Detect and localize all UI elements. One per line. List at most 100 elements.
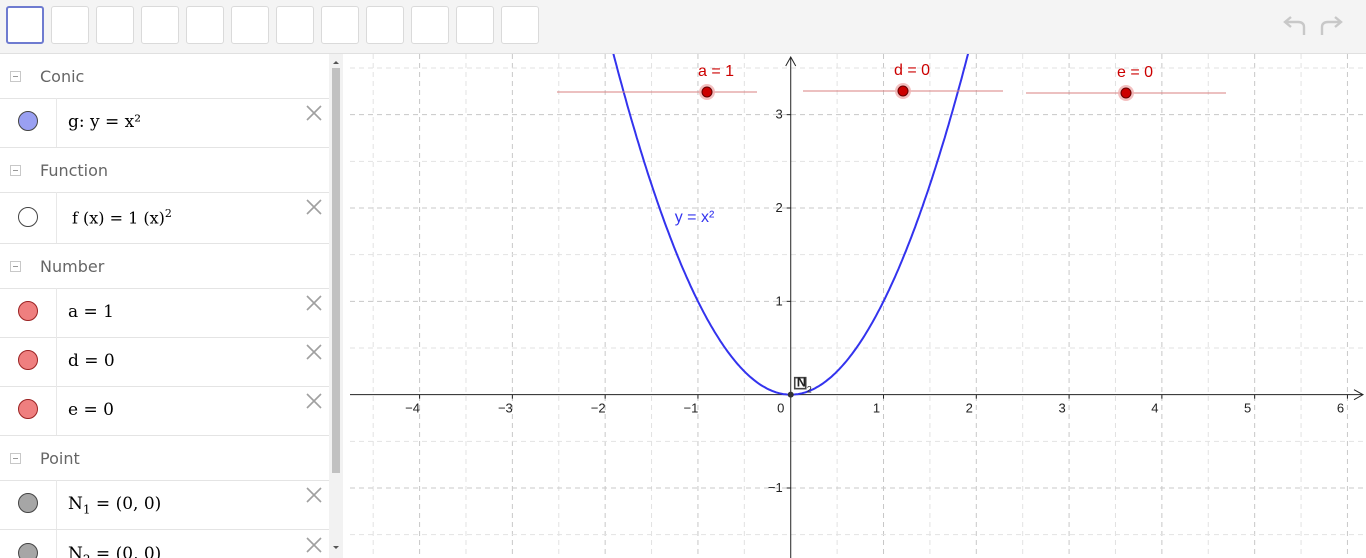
x-tick-label: 3 (1058, 401, 1065, 416)
algebra-item-g[interactable]: g: y = x² (0, 98, 329, 148)
delete-icon[interactable] (305, 392, 323, 410)
delete-icon[interactable] (305, 104, 323, 122)
collapse-toggle-icon[interactable] (10, 261, 21, 272)
toolbar (0, 0, 1366, 54)
algebra-scrollbar[interactable] (329, 54, 343, 558)
divider (56, 337, 57, 386)
x-tick-label: −1 (684, 401, 699, 416)
y-tick-label: −1 (768, 480, 783, 495)
category-label: Conic (40, 67, 85, 86)
collapse-toggle-icon[interactable] (10, 453, 21, 464)
function-coef: 1 (128, 208, 139, 228)
function-definition[interactable]: f (x) = 1 (x)2 (72, 207, 172, 227)
scroll-thumb[interactable] (332, 68, 340, 473)
function-var: x (89, 208, 99, 228)
x-tick-label: 1 (873, 401, 880, 416)
delete-icon[interactable] (305, 198, 323, 216)
x-tick-label: 4 (1151, 401, 1158, 416)
visibility-toggle-icon[interactable] (18, 301, 38, 321)
delete-icon[interactable] (305, 343, 323, 361)
slider-label-e: e = 0 (1117, 64, 1153, 81)
scroll-down-icon[interactable] (329, 542, 343, 554)
algebra-item-e[interactable]: e = 0 (0, 386, 329, 436)
slider-label-a: a = 1 (698, 63, 734, 80)
number-definition[interactable]: e = 0 (68, 400, 114, 420)
point-name: N (68, 544, 83, 558)
algebra-item-d[interactable]: d = 0 (0, 337, 329, 387)
tool-button-6[interactable] (231, 6, 269, 44)
tool-button-9[interactable] (366, 6, 404, 44)
tool-button-2[interactable] (51, 6, 89, 44)
divider (56, 386, 57, 435)
category-label: Number (40, 257, 105, 276)
tool-button-8[interactable] (321, 6, 359, 44)
tool-button-5[interactable] (186, 6, 224, 44)
category-label: Function (40, 161, 109, 180)
scroll-up-icon[interactable] (329, 56, 343, 68)
slider-knob-d[interactable] (897, 85, 909, 97)
number-definition[interactable]: d = 0 (68, 351, 115, 371)
tool-button-10[interactable] (411, 6, 449, 44)
visibility-toggle-icon[interactable] (18, 543, 38, 558)
collapse-toggle-icon[interactable] (10, 71, 21, 82)
algebra-view: Conic g: y = x² Function f (x) = 1 (x)2 … (0, 54, 330, 558)
point-N2-subscript: 2 (807, 385, 812, 395)
function-var: x (149, 208, 159, 228)
y-tick-label: 1 (775, 293, 782, 308)
conic-definition[interactable]: g: y = x² (68, 112, 141, 132)
slider-label-d: d = 0 (894, 62, 930, 79)
delete-icon[interactable] (305, 536, 323, 554)
delete-icon[interactable] (305, 294, 323, 312)
algebra-item-N2[interactable]: N2 = (0, 0) (0, 530, 329, 558)
x-tick-label: −3 (498, 401, 513, 416)
tool-button-4[interactable] (141, 6, 179, 44)
tool-button-11[interactable] (456, 6, 494, 44)
point-N2-label: N (797, 375, 806, 390)
category-label: Point (40, 449, 80, 468)
collapse-toggle-icon[interactable] (10, 165, 21, 176)
redo-icon[interactable] (1318, 14, 1346, 40)
point-value: = (0, 0) (95, 494, 162, 514)
function-arg: (x) (77, 208, 105, 228)
point-definition[interactable]: N2 = (0, 0) (68, 544, 161, 558)
delete-icon[interactable] (305, 486, 323, 504)
x-tick-label: 6 (1337, 401, 1344, 416)
x-tick-label: −4 (405, 401, 420, 416)
tool-button-12[interactable] (501, 6, 539, 44)
divider (56, 288, 57, 337)
graphics-view[interactable]: −4 −3 −2 −1 0 1 2 3 4 5 6−1123y = x²N 2a = 1d = 0e … (350, 54, 1366, 558)
algebra-item-a[interactable]: a = 1 (0, 288, 329, 338)
divider (56, 98, 57, 147)
visibility-toggle-icon[interactable] (18, 111, 38, 131)
divider (56, 480, 57, 529)
tool-button-7[interactable] (276, 6, 314, 44)
point-value: = (0, 0) (95, 544, 162, 558)
x-tick-label: 5 (1244, 401, 1251, 416)
tool-button-3[interactable] (96, 6, 134, 44)
divider (56, 530, 57, 558)
slider-knob-a[interactable] (701, 86, 713, 98)
slider-knob-e[interactable] (1120, 87, 1132, 99)
category-conic[interactable]: Conic (0, 54, 329, 99)
point-subscript: 1 (82, 502, 91, 517)
visibility-toggle-icon[interactable] (18, 350, 38, 370)
point-N1[interactable] (787, 391, 794, 398)
point-subscript: 2 (83, 552, 91, 558)
point-definition[interactable]: N1 = (0, 0) (68, 494, 161, 516)
visibility-toggle-icon[interactable] (18, 493, 38, 513)
category-number[interactable]: Number (0, 244, 329, 289)
number-definition[interactable]: a = 1 (68, 302, 114, 322)
x-tick-label: −2 (591, 401, 606, 416)
category-function[interactable]: Function (0, 148, 329, 193)
x-tick-label: 2 (966, 401, 973, 416)
category-point[interactable]: Point (0, 436, 329, 481)
curve-label: y = x² (675, 209, 715, 226)
y-tick-label: 3 (775, 107, 782, 122)
undo-icon[interactable] (1280, 14, 1308, 40)
visibility-toggle-icon[interactable] (18, 399, 38, 419)
algebra-item-N1[interactable]: N1 = (0, 0) (0, 480, 329, 530)
algebra-item-f[interactable]: f (x) = 1 (x)2 (0, 192, 329, 244)
tool-button-1[interactable] (6, 6, 44, 44)
function-exponent: 2 (164, 207, 172, 220)
visibility-toggle-icon[interactable] (18, 207, 38, 227)
